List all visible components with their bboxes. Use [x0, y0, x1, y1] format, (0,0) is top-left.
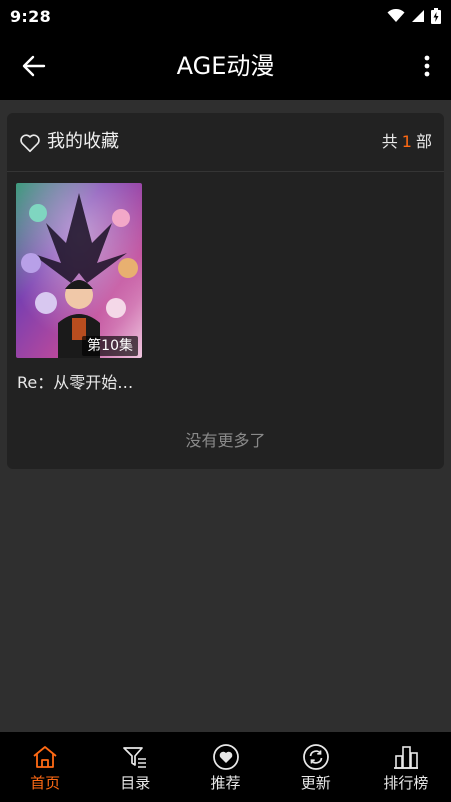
nav-item-recommend[interactable]: 推荐 — [180, 732, 270, 802]
more-options-button[interactable] — [419, 52, 435, 80]
favorites-count: 共1部 — [382, 131, 432, 153]
nav-item-catalog[interactable]: 目录 — [90, 732, 180, 802]
nav-label-ranking: 排行榜 — [383, 773, 429, 792]
no-more-text: 没有更多了 — [185, 431, 266, 450]
count-number: 1 — [401, 132, 412, 151]
status-icons — [387, 8, 441, 24]
heart-circle-icon — [212, 743, 240, 771]
battery-charging-icon — [431, 8, 441, 24]
more-vertical-icon — [424, 55, 430, 77]
count-prefix: 共 — [381, 132, 398, 151]
buildings-icon — [392, 743, 420, 771]
wifi-icon — [387, 9, 405, 22]
nav-label-recommend: 推荐 — [210, 773, 241, 792]
screen: 9:28 AGE动漫 我的收藏 共 1 部 第10集 Re：从零开始… 没有更多… — [0, 0, 451, 802]
nav-label-updates: 更新 — [300, 773, 331, 792]
status-bar: 9:28 — [0, 0, 451, 32]
signal-icon — [412, 10, 424, 22]
home-icon — [31, 743, 59, 771]
favorites-title: 我的收藏 — [47, 131, 119, 152]
refresh-circle-icon — [302, 743, 330, 771]
anime-title[interactable]: Re：从零开始… — [17, 372, 147, 394]
nav-item-updates[interactable]: 更新 — [271, 732, 361, 802]
nav-label-catalog: 目录 — [120, 773, 151, 792]
count-suffix: 部 — [415, 132, 432, 151]
nav-label-home: 首页 — [30, 773, 61, 792]
nav-item-home[interactable]: 首页 — [0, 732, 90, 802]
favorites-header: 我的收藏 共1部 — [7, 113, 444, 172]
page-title: AGE动漫 — [176, 52, 275, 80]
status-time: 9:28 — [10, 6, 51, 26]
favorites-card: 我的收藏 共1部 第10集 Re：从零开始… 没有更多了 — [7, 113, 444, 469]
poster-artwork — [16, 183, 142, 358]
anime-poster[interactable]: 第10集 — [16, 183, 142, 358]
episode-badge: 第10集 — [82, 336, 138, 356]
app-bar: AGE动漫 — [0, 32, 451, 100]
heart-outline-icon — [20, 134, 40, 153]
bottom-nav: 首页 目录 推荐 更新 排行榜 — [0, 732, 451, 802]
filter-list-icon — [121, 743, 149, 771]
nav-item-ranking[interactable]: 排行榜 — [361, 732, 451, 802]
